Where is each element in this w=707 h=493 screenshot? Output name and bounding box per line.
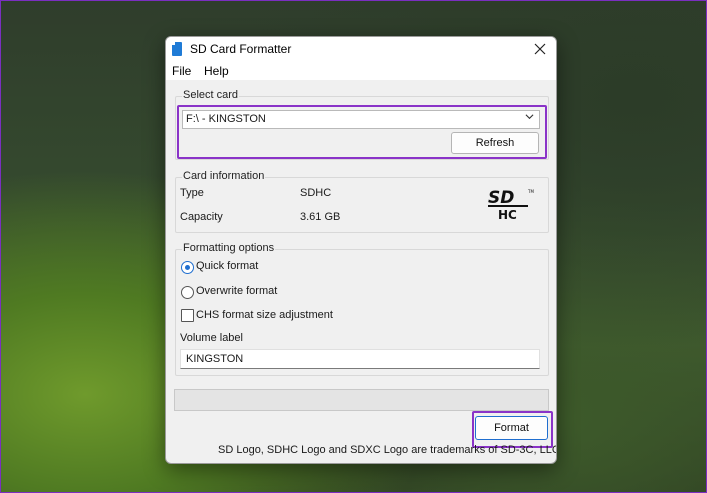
overwrite-format-radio[interactable] bbox=[181, 286, 194, 299]
trademark-notice: SD Logo, SDHC Logo and SDXC Logo are tra… bbox=[218, 444, 557, 456]
capacity-label: Capacity bbox=[180, 211, 223, 223]
card-select-dropdown[interactable]: F:\ - KINGSTON bbox=[182, 110, 540, 129]
title-bar: SD Card Formatter bbox=[166, 37, 556, 61]
formatting-options-legend: Formatting options bbox=[182, 242, 276, 254]
sdhc-logo: SD TM HC bbox=[488, 188, 534, 221]
select-card-legend: Select card bbox=[182, 89, 240, 101]
format-button[interactable]: Format bbox=[475, 416, 548, 440]
chs-adjustment-checkbox[interactable] bbox=[181, 309, 194, 322]
type-label: Type bbox=[180, 187, 204, 199]
volume-label-title: Volume label bbox=[180, 332, 243, 344]
card-select-value: F:\ - KINGSTON bbox=[186, 113, 266, 125]
menu-bar: File Help bbox=[166, 61, 556, 80]
window-title: SD Card Formatter bbox=[190, 42, 292, 56]
format-progress-bar bbox=[174, 389, 549, 411]
sdhc-logo-bottom-text: HC bbox=[498, 208, 517, 221]
capacity-value: 3.61 GB bbox=[300, 211, 341, 223]
close-button[interactable] bbox=[530, 39, 550, 59]
type-value: SDHC bbox=[300, 187, 332, 199]
quick-format-radio[interactable] bbox=[181, 261, 194, 274]
quick-format-label[interactable]: Quick format bbox=[196, 260, 258, 272]
close-icon bbox=[534, 43, 546, 55]
card-information-legend: Card information bbox=[182, 170, 266, 182]
sd-card-formatter-window: SD Card Formatter File Help Select card … bbox=[165, 36, 557, 464]
refresh-button[interactable]: Refresh bbox=[451, 132, 539, 154]
menu-help[interactable]: Help bbox=[204, 64, 229, 78]
sd-card-app-icon bbox=[172, 42, 182, 56]
sdhc-logo-tm: TM bbox=[527, 189, 534, 194]
overwrite-format-label[interactable]: Overwrite format bbox=[196, 285, 277, 297]
volume-label-input[interactable]: KINGSTON bbox=[180, 349, 540, 369]
chs-adjustment-label[interactable]: CHS format size adjustment bbox=[196, 309, 333, 321]
volume-label-value: KINGSTON bbox=[186, 353, 244, 365]
chevron-down-icon bbox=[525, 114, 534, 120]
menu-file[interactable]: File bbox=[172, 64, 191, 78]
